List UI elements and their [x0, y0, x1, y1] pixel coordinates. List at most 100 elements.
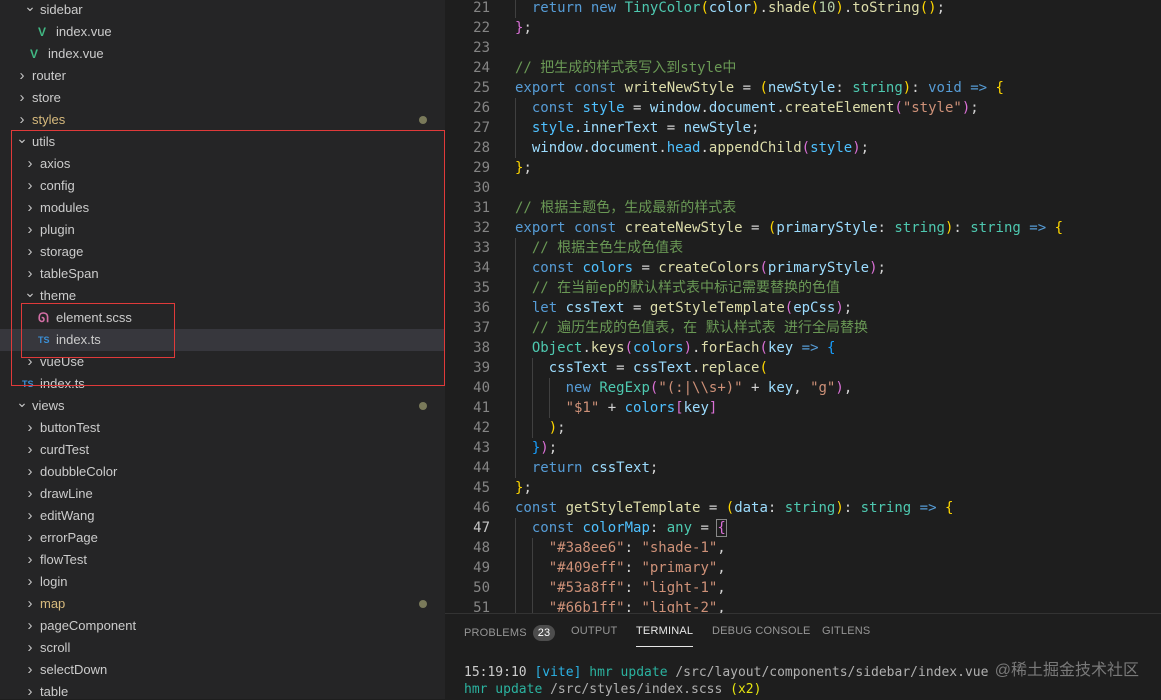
code-line: 33 // 根据主色生成色值表: [445, 238, 1161, 258]
code-line: 28 window.document.head.appendChild(styl…: [445, 138, 1161, 158]
code-line: 30: [445, 178, 1161, 198]
line-number: 41: [473, 400, 490, 416]
file-item-index-ts[interactable]: TS index.ts: [0, 329, 445, 351]
folder-item-selectdown[interactable]: › selectDown: [0, 659, 445, 681]
folder-item-theme[interactable]: ⌄ theme: [0, 284, 445, 307]
folder-item-store[interactable]: › store: [0, 87, 445, 109]
terminal-command: hmr update: [464, 682, 543, 697]
folder-item-storage[interactable]: › storage: [0, 241, 445, 263]
folder-item-utils[interactable]: ⌄ utils: [0, 130, 445, 153]
code-text: );: [548, 420, 566, 436]
folder-item-vueuse[interactable]: › vueUse: [0, 351, 445, 373]
folder-item-errorpage[interactable]: › errorPage: [0, 527, 445, 549]
folder-item-sidebar[interactable]: ⌄ sidebar: [0, 0, 445, 21]
vue-file-icon: V: [30, 47, 39, 61]
code-text: "#66b1ff": "light-2",: [548, 600, 726, 613]
code-line: 23: [445, 38, 1161, 58]
tree-item-label: tableSpan: [40, 266, 99, 281]
scss-file-icon: ᘏ: [38, 310, 49, 325]
terminal-count: (x2): [730, 682, 762, 697]
chevron-right-icon: ›: [19, 89, 25, 106]
folder-item-doubblecolor[interactable]: › doubbleColor: [0, 461, 445, 483]
folder-item-flowtest[interactable]: › flowTest: [0, 549, 445, 571]
code-text: // 遍历生成的色值表，在 默认样式表 进行全局替换: [531, 320, 869, 336]
tree-item-label: sidebar: [40, 2, 83, 17]
chevron-right-icon: ›: [27, 155, 33, 172]
code-line: 31 // 根据主题色，生成最新的样式表: [445, 198, 1161, 218]
code-line: 26 const style = window.document.createE…: [445, 98, 1161, 118]
folder-item-buttontest[interactable]: › buttonTest: [0, 417, 445, 439]
code-text: "#53a8ff": "light-1",: [548, 580, 726, 596]
folder-item-plugin[interactable]: › plugin: [0, 219, 445, 241]
tab-problems[interactable]: PROBLEMS 23: [464, 625, 556, 641]
line-number: 36: [473, 300, 490, 316]
folder-item-config[interactable]: › config: [0, 175, 445, 197]
code-editor[interactable]: 21 return new TinyColor(color).shade(10)…: [445, 0, 1161, 613]
code-text: style.innerText = newStyle;: [531, 120, 760, 136]
tree-item-label: doubbleColor: [40, 464, 118, 479]
terminal-path: /src/styles/index.scss: [550, 682, 723, 697]
folder-item-pagecomponent[interactable]: › pageComponent: [0, 615, 445, 637]
tree-item-label: login: [40, 574, 68, 589]
folder-item-scroll[interactable]: › scroll: [0, 637, 445, 659]
folder-item-login[interactable]: › login: [0, 571, 445, 593]
line-number: 40: [473, 380, 490, 396]
line-number: 35: [473, 280, 490, 296]
tree-item-label: storage: [40, 244, 84, 259]
line-number: 26: [473, 100, 490, 116]
code-line: 32 export const createNewStyle = (primary…: [445, 218, 1161, 238]
tree-item-label: flowTest: [40, 552, 87, 567]
code-line: 45};: [445, 478, 1161, 498]
code-line: 25 export const writeNewStyle = (newStyle…: [445, 78, 1161, 98]
file-item-index-ts[interactable]: TS index.ts: [0, 373, 445, 395]
tree-item-label: index.ts: [40, 376, 85, 391]
folder-item-views[interactable]: ⌄ views: [0, 394, 445, 417]
file-item-element-scss[interactable]: ᘏ element.scss: [0, 307, 445, 329]
chevron-right-icon: ›: [27, 243, 33, 260]
folder-item-table[interactable]: › table: [0, 681, 445, 699]
line-number: 49: [473, 560, 490, 576]
tab-debug-console[interactable]: DEBUG CONSOLE: [712, 625, 811, 637]
tree-item-label: utils: [32, 134, 56, 149]
file-item-index-vue[interactable]: Vindex.vue: [0, 21, 445, 43]
code-line: 47 const colorMap: any = {: [445, 518, 1161, 538]
tab-gitlens[interactable]: GITLENS: [822, 625, 870, 637]
code-line: 46 const getStyleTemplate = (data: string…: [445, 498, 1161, 518]
terminal-line: 15:19:10 [vite] hmr update /src/layout/c…: [464, 665, 988, 680]
folder-item-axios[interactable]: › axios: [0, 153, 445, 175]
tree-item-label: map: [40, 596, 66, 611]
folder-item-tablespan[interactable]: › tableSpan: [0, 263, 445, 285]
folder-item-modules[interactable]: › modules: [0, 197, 445, 219]
code-text: // 根据主题色，生成最新的样式表: [515, 200, 737, 216]
tab-label: PROBLEMS: [464, 627, 527, 639]
code-text: // 根据主色生成色值表: [531, 240, 684, 256]
tree-item-label: store: [32, 90, 61, 105]
code-text: new RegExp("(:|\\s+)" + key, "g"),: [565, 380, 853, 396]
code-text: window.document.head.appendChild(style);: [531, 140, 870, 156]
folder-item-drawline[interactable]: › drawLine: [0, 483, 445, 505]
tree-item-label: element.scss: [56, 310, 132, 325]
line-number: 51: [473, 600, 490, 613]
chevron-right-icon: ›: [27, 639, 33, 656]
folder-item-router[interactable]: › router: [0, 65, 445, 87]
folder-item-styles[interactable]: › styles: [0, 109, 445, 131]
folder-item-editwang[interactable]: › editWang: [0, 505, 445, 527]
file-item-index-vue[interactable]: Vindex.vue: [0, 43, 445, 65]
tree-item-label: buttonTest: [40, 420, 100, 435]
chevron-right-icon: ›: [27, 551, 33, 568]
tree-item-label: theme: [40, 288, 77, 303]
tree-item-label: index.vue: [48, 46, 104, 61]
tab-terminal[interactable]: TERMINAL: [636, 625, 694, 647]
code-line: 27 style.innerText = newStyle;: [445, 118, 1161, 138]
chevron-right-icon: ›: [27, 353, 33, 370]
line-number: 50: [473, 580, 490, 596]
code-line: 37 // 遍历生成的色值表，在 默认样式表 进行全局替换: [445, 318, 1161, 338]
code-line: 42 );: [445, 418, 1161, 438]
tab-output[interactable]: OUTPUT: [571, 625, 617, 637]
watermark: @稀土掘金技术社区: [994, 662, 1139, 679]
folder-item-map[interactable]: › map: [0, 593, 445, 615]
code-text: };: [515, 480, 532, 496]
code-line: 24 // 把生成的样式表写入到style中: [445, 58, 1161, 78]
code-line: 34 const colors = createColors(primarySt…: [445, 258, 1161, 278]
folder-item-curdtest[interactable]: › curdTest: [0, 439, 445, 461]
